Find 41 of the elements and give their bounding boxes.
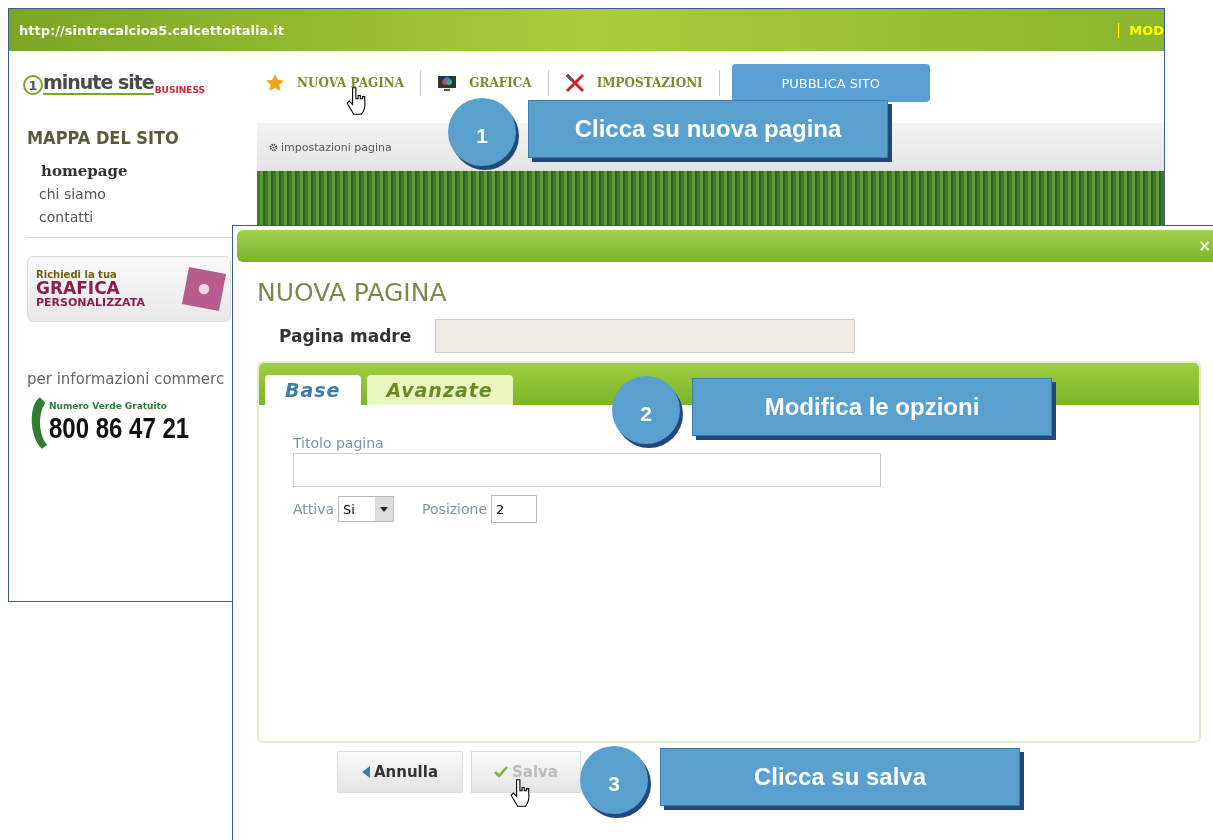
- position-field[interactable]: 2: [491, 495, 538, 523]
- parent-page-field[interactable]: [435, 319, 856, 353]
- field-label: Pagina madre: [279, 326, 412, 346]
- phone-number: 800 86 47 21: [49, 410, 190, 445]
- banner-subtitle: PERSONALIZZATA: [36, 296, 145, 308]
- dialog-title: NUOVA PAGINA: [257, 278, 448, 307]
- sitemap-title: MAPPA DEL SITO: [27, 127, 180, 148]
- back-arrow-icon: [361, 766, 370, 778]
- url-text: http://sintracalcioa5.calcettoitalia.it: [19, 22, 284, 38]
- tools-icon: [564, 73, 585, 93]
- sitemap-link[interactable]: contatti: [39, 205, 94, 229]
- nav-link[interactable]: GRAFICA: [469, 76, 532, 90]
- hand-cursor-icon: [346, 86, 368, 116]
- logo-digit: 1: [23, 75, 43, 95]
- cancel-button[interactable]: Annulla: [337, 751, 463, 793]
- nav-link[interactable]: IMPOSTAZIONI: [596, 76, 703, 90]
- field-label: Attiva: [293, 501, 335, 517]
- info-text: per informazioni commerc: [27, 369, 226, 388]
- banner-title: GRAFICA: [36, 279, 121, 297]
- nav-link[interactable]: NUOVA PAGINA: [297, 76, 405, 90]
- tab[interactable]: Avanzate: [366, 375, 513, 405]
- checkmark-icon: [494, 766, 508, 778]
- logo-text: minute site: [43, 71, 154, 95]
- phone-label: Numero Verde Gratuito: [49, 400, 169, 411]
- field-label: Posizione: [422, 501, 488, 517]
- sitemap-link[interactable]: chi siamo: [39, 182, 106, 206]
- publish-button[interactable]: PUBBLICA SITO: [731, 64, 930, 102]
- monitor-icon: [437, 73, 458, 93]
- active-dropdown[interactable]: Si: [338, 496, 395, 522]
- gear-icon: [269, 142, 278, 152]
- page-title-field[interactable]: [293, 453, 881, 487]
- banner-text: Richiedi la tua: [36, 269, 118, 280]
- picture-icon: [182, 266, 226, 311]
- promo-banner[interactable]: Richiedi la tua GRAFICA PERSONALIZZATA: [27, 255, 231, 322]
- field-label: Titolo pagina: [293, 435, 385, 451]
- tab[interactable]: Base: [265, 375, 361, 405]
- page-settings-link[interactable]: impostazioni pagina: [281, 140, 392, 154]
- logo-tagline: BUSINESS: [154, 85, 205, 95]
- hand-cursor-icon: [510, 778, 532, 808]
- star-icon: [265, 73, 285, 93]
- sitemap-link[interactable]: homepage: [39, 160, 130, 183]
